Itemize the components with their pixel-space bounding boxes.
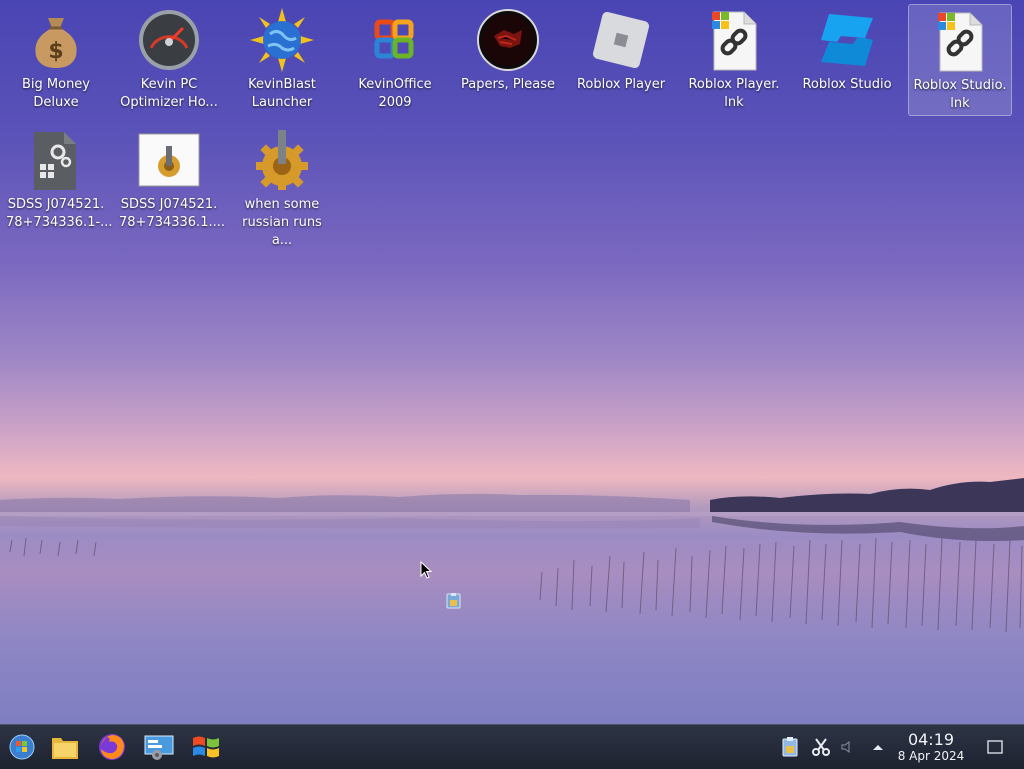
desktop-icon-roblox-player[interactable]: Roblox Player [571,4,671,116]
desktop-icon-label: when some russian runs a... [242,197,322,248]
money-bag-icon: $ [35,18,77,68]
desktop-icon-roblox-studio-lnk[interactable]: Roblox Studio. lnk [908,4,1012,116]
start-button[interactable] [4,729,40,765]
desktop-icon-roblox-studio[interactable]: Roblox Studio [797,4,897,116]
scissors-icon [812,738,830,756]
firefox-button[interactable] [94,729,130,765]
taskbar[interactable]: 04:19 8 Apr 2024 [0,724,1024,769]
gear-icon [256,130,308,190]
windows-logo-icon [193,736,219,758]
clipboard-icon[interactable] [446,593,461,609]
svg-text:$: $ [48,39,63,64]
installer-file-icon [138,133,200,187]
executable-file-icon [34,132,76,190]
clock-date: 8 Apr 2024 [897,749,965,763]
roblox-player-icon [592,11,650,69]
desktop-icon-label: Kevin PC Optimizer Ho... [120,77,218,110]
tray-expand-icon [873,745,883,750]
desktop-icon-when-some-russian[interactable]: when some russian runs a... [232,124,332,248]
clock-time: 04:19 [907,730,955,749]
desktop-icon-big-money-deluxe[interactable]: $ Big Money Deluxe [6,4,106,116]
globe-sun-icon [250,8,314,72]
desktop-icon-papers-please[interactable]: Papers, Please [458,4,558,116]
papers-please-icon [477,9,539,71]
shortcut-file-icon [712,11,757,71]
desktop-icon-kevinoffice-2009[interactable]: KevinOffice 2009 [345,4,445,116]
volume-tray-button[interactable] [838,733,854,761]
desktop-icon-label: Roblox Studio [802,77,892,92]
desktop-icon-kevin-pc-optimizer[interactable]: Kevin PC Optimizer Ho... [119,4,219,116]
file-manager-button[interactable] [47,729,83,765]
office-logo-icon [374,19,414,59]
desktop-icon-label: SDSS J074521. 78+734336.1-... [6,197,113,230]
desktop-icon-label: KevinBlast Launcher [248,77,316,110]
desktop-icon-label: KevinOffice 2009 [358,77,432,110]
shortcut-file-icon [938,12,983,72]
speedometer-icon [139,10,199,70]
file-manager-icon [52,738,78,759]
mouse-cursor-icon [420,561,432,579]
desktop[interactable]: $ Big Money Deluxe Kevin PC Optimizer Ho… [0,0,1024,724]
windows-app-button[interactable] [188,729,224,765]
desktop-icon-sdss-executable[interactable]: SDSS J074521. 78+734336.1-... [6,124,113,236]
show-desktop-icon [987,740,1003,754]
tray-expand-button[interactable] [868,733,888,761]
show-desktop-button[interactable] [984,733,1006,761]
control-panel-button[interactable] [141,729,177,765]
desktop-icon-label: Roblox Studio. lnk [913,78,1007,111]
clipboard-tray-button[interactable] [780,733,800,761]
desktop-icon-label: SDSS J074521. 78+734336.1.... [119,197,225,230]
roblox-studio-icon [821,14,873,66]
desktop-icon-sdss-installer[interactable]: SDSS J074521. 78+734336.1.... [119,124,225,236]
desktop-icon-kevinblast-launcher[interactable]: KevinBlast Launcher [232,4,332,116]
clipboard-icon [782,737,798,757]
desktop-icon-label: Roblox Player [576,77,666,92]
desktop-icon-label: Papers, Please [460,77,556,92]
start-orb-icon [9,734,35,760]
desktop-icon-label: Big Money Deluxe [21,77,90,110]
volume-icon [841,741,850,753]
desktop-icon-label: Roblox Player. lnk [688,77,780,110]
control-panel-icon [144,735,174,760]
firefox-icon [99,734,125,760]
clock[interactable]: 04:19 8 Apr 2024 [886,731,976,764]
screenshot-tray-button[interactable] [810,733,832,761]
desktop-icon-roblox-player-lnk[interactable]: Roblox Player. lnk [684,4,784,116]
